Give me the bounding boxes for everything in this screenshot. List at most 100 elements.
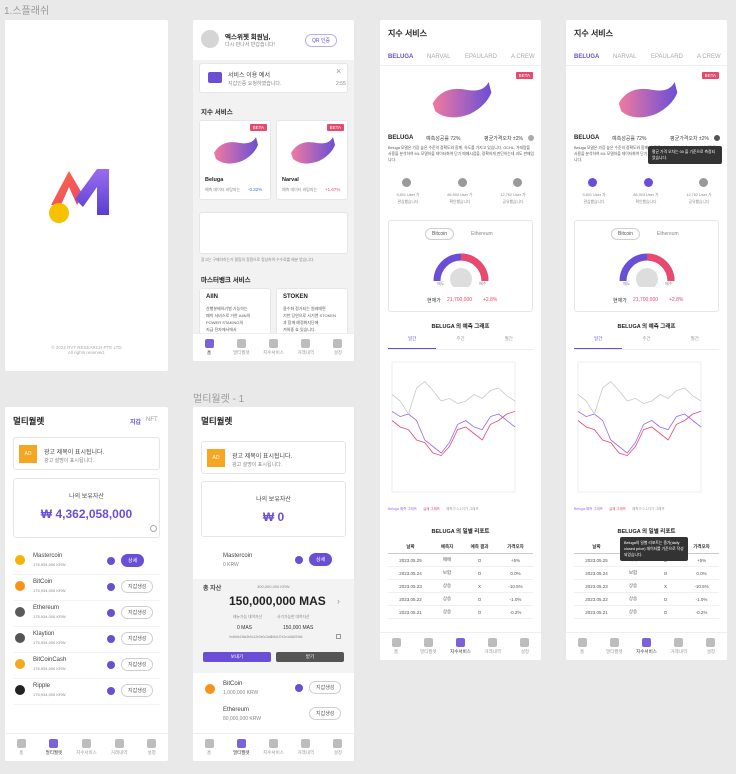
tab-index[interactable]: 지수서비스 <box>630 633 662 660</box>
tab-history[interactable]: 거래내역 <box>290 734 322 761</box>
swap-icon[interactable] <box>107 661 115 669</box>
coin-row[interactable]: Ripple 175,934,000 KRW 지갑생성 <box>13 679 160 705</box>
share-icon[interactable] <box>699 178 708 187</box>
qr-button[interactable]: QR 인증 <box>305 34 338 47</box>
create-wallet-button[interactable]: 지갑생성 <box>121 632 154 645</box>
coin-row-mastercoin[interactable]: Mastercoin 0 KRW 상세 <box>201 553 346 569</box>
check-icon[interactable] <box>643 178 653 187</box>
period-daily[interactable]: 일간 <box>574 336 623 349</box>
tab-wallet[interactable]: 멀티월렛 <box>38 734 71 761</box>
check-icon[interactable] <box>457 178 467 187</box>
create-wallet-button[interactable]: 지갑생성 <box>309 707 342 720</box>
coin-row-bitcoin[interactable]: BitCoin 1,000,000 KRW 지갑생성 <box>201 681 346 697</box>
tab-settings[interactable]: 설정 <box>322 734 354 761</box>
tab-home[interactable]: 홈 <box>380 633 412 660</box>
swap-icon[interactable] <box>107 557 115 565</box>
coin-tab-ethereum[interactable]: Ethereum <box>471 231 493 237</box>
coin-row[interactable]: BitCoinCash 175,934,000 KRW 지갑생성 <box>13 653 160 679</box>
tab-history[interactable]: 거래내역 <box>477 633 509 660</box>
create-wallet-button[interactable]: 지갑생성 <box>121 580 154 593</box>
tab-epaulard[interactable]: EPAULARD <box>465 54 497 60</box>
tab-acrew[interactable]: A CREW <box>697 54 721 60</box>
notice-card[interactable]: 서비스 이용 예서 지갑인증 요청하였습니다. × 2:55 <box>199 63 348 93</box>
period-weekly[interactable]: 주간 <box>436 336 484 349</box>
copy-icon[interactable] <box>336 634 341 639</box>
create-wallet-button[interactable]: 지갑생성 <box>121 658 154 671</box>
chevron-right-icon[interactable]: › <box>337 596 340 606</box>
swap-icon[interactable] <box>107 609 115 617</box>
stat-shares: 12,762 User 가 <box>500 193 526 197</box>
bottom-tabbar: 홈 멀티월렛 지수서비스 거래내역 설정 <box>193 333 354 361</box>
tab-acrew[interactable]: A CREW <box>511 54 535 60</box>
coin-sub: 175,934,000 KRW <box>33 588 66 593</box>
tab-history[interactable]: 거래내역 <box>103 734 136 761</box>
tab-nft-toggle[interactable]: NFT <box>146 417 158 423</box>
avatar[interactable] <box>201 30 219 48</box>
tab-beluga[interactable]: BELUGA <box>388 54 413 60</box>
coin-row[interactable]: BitCoin 175,934,000 KRW 지갑생성 <box>13 575 160 601</box>
close-icon[interactable]: × <box>336 66 341 76</box>
coin-row[interactable]: Ethereum 175,934,000 KRW 지갑생성 <box>13 601 160 627</box>
period-weekly[interactable]: 주간 <box>622 336 670 349</box>
like-icon[interactable] <box>588 178 597 187</box>
coin-tab-bitcoin[interactable]: Bitcoin <box>611 228 641 240</box>
coin-tab-ethereum[interactable]: Ethereum <box>657 231 679 237</box>
tab-home[interactable]: 홈 <box>193 734 225 761</box>
tab-home[interactable]: 홈 <box>193 334 225 361</box>
detail-button[interactable]: 상세 <box>309 553 333 566</box>
help-icon[interactable] <box>714 135 720 141</box>
tab-settings[interactable]: 설정 <box>695 633 727 660</box>
coin-row[interactable]: Mastercoin 175,934,000 KRW 상세 <box>13 549 160 575</box>
tab-home[interactable]: 홈 <box>566 633 598 660</box>
tab-wallet-toggle[interactable]: 지갑 <box>130 417 141 426</box>
tab-settings[interactable]: 설정 <box>322 334 354 361</box>
period-monthly[interactable]: 월간 <box>671 336 719 349</box>
share-icon[interactable] <box>513 178 522 187</box>
create-wallet-button[interactable]: 지갑생성 <box>121 684 154 697</box>
narval-card[interactable]: BETA Narval 예측 데이터 바탕파는 +1.67% <box>276 120 348 200</box>
legend-item: 예측가 0.1거가 그래프 <box>632 507 665 511</box>
swap-icon[interactable] <box>295 556 303 564</box>
tab-wallet[interactable]: 멀티월렛 <box>225 334 257 361</box>
tab-wallet[interactable]: 멀티월렛 <box>225 734 257 761</box>
tab-history[interactable]: 거래내역 <box>663 633 695 660</box>
coin-name: Ethereum <box>33 605 60 611</box>
period-monthly[interactable]: 월간 <box>485 336 533 349</box>
swap-icon[interactable] <box>107 635 115 643</box>
tab-index[interactable]: 지수서비스 <box>70 734 103 761</box>
like-icon[interactable] <box>402 178 411 187</box>
tab-settings[interactable]: 설정 <box>509 633 541 660</box>
tab-index[interactable]: 지수서비스 <box>444 633 476 660</box>
swap-icon[interactable] <box>107 583 115 591</box>
tab-index[interactable]: 지수서비스 <box>257 734 289 761</box>
help-icon[interactable] <box>528 135 534 141</box>
banner-area[interactable] <box>199 212 348 254</box>
create-wallet-button[interactable]: 지갑생성 <box>121 606 154 619</box>
coin-tab-bitcoin[interactable]: Bitcoin <box>425 228 455 240</box>
refresh-icon[interactable] <box>150 525 157 532</box>
tab-epaulard[interactable]: EPAULARD <box>651 54 683 60</box>
tab-wallet[interactable]: 멀티월렛 <box>412 633 444 660</box>
tab-settings[interactable]: 설정 <box>135 734 168 761</box>
tab-home[interactable]: 홈 <box>5 734 38 761</box>
ad-banner[interactable]: AD 광고 제목이 표시됩니다. 광고 설명이 표시됩니다. <box>13 437 160 470</box>
create-wallet-button[interactable]: 지갑생성 <box>309 681 342 694</box>
ad-banner[interactable]: AD 광고 제목이 표시됩니다. 광고 설명이 표시됩니다. <box>201 441 346 474</box>
beluga-card[interactable]: BETA Beluga 예측 데이터 바탕파는 -0.32% <box>199 120 271 200</box>
period-daily[interactable]: 일간 <box>388 336 437 349</box>
detail-button[interactable]: 상세 <box>121 554 145 567</box>
tab-wallet[interactable]: 멀티월렛 <box>598 633 630 660</box>
receive-button[interactable]: 받기 <box>276 652 344 662</box>
tab-beluga[interactable]: BELUGA <box>574 54 599 60</box>
tab-index[interactable]: 지수서비스 <box>257 334 289 361</box>
swap-icon[interactable] <box>295 684 303 692</box>
tab-history[interactable]: 거래내역 <box>290 334 322 361</box>
coin-row[interactable]: Klaytion 175,934,000 KRW 지갑생성 <box>13 627 160 653</box>
table-row: 2023.05.23 상승 X -10.5% <box>574 579 719 593</box>
send-button[interactable]: 보내기 <box>203 652 271 662</box>
tab-narval[interactable]: NARVAL <box>613 54 636 60</box>
model-name: BELUGA <box>388 135 414 141</box>
coin-row-ethereum[interactable]: Ethereum 80,000,000 KRW 지갑생성 <box>201 707 346 723</box>
swap-icon[interactable] <box>107 687 115 695</box>
tab-narval[interactable]: NARVAL <box>427 54 450 60</box>
